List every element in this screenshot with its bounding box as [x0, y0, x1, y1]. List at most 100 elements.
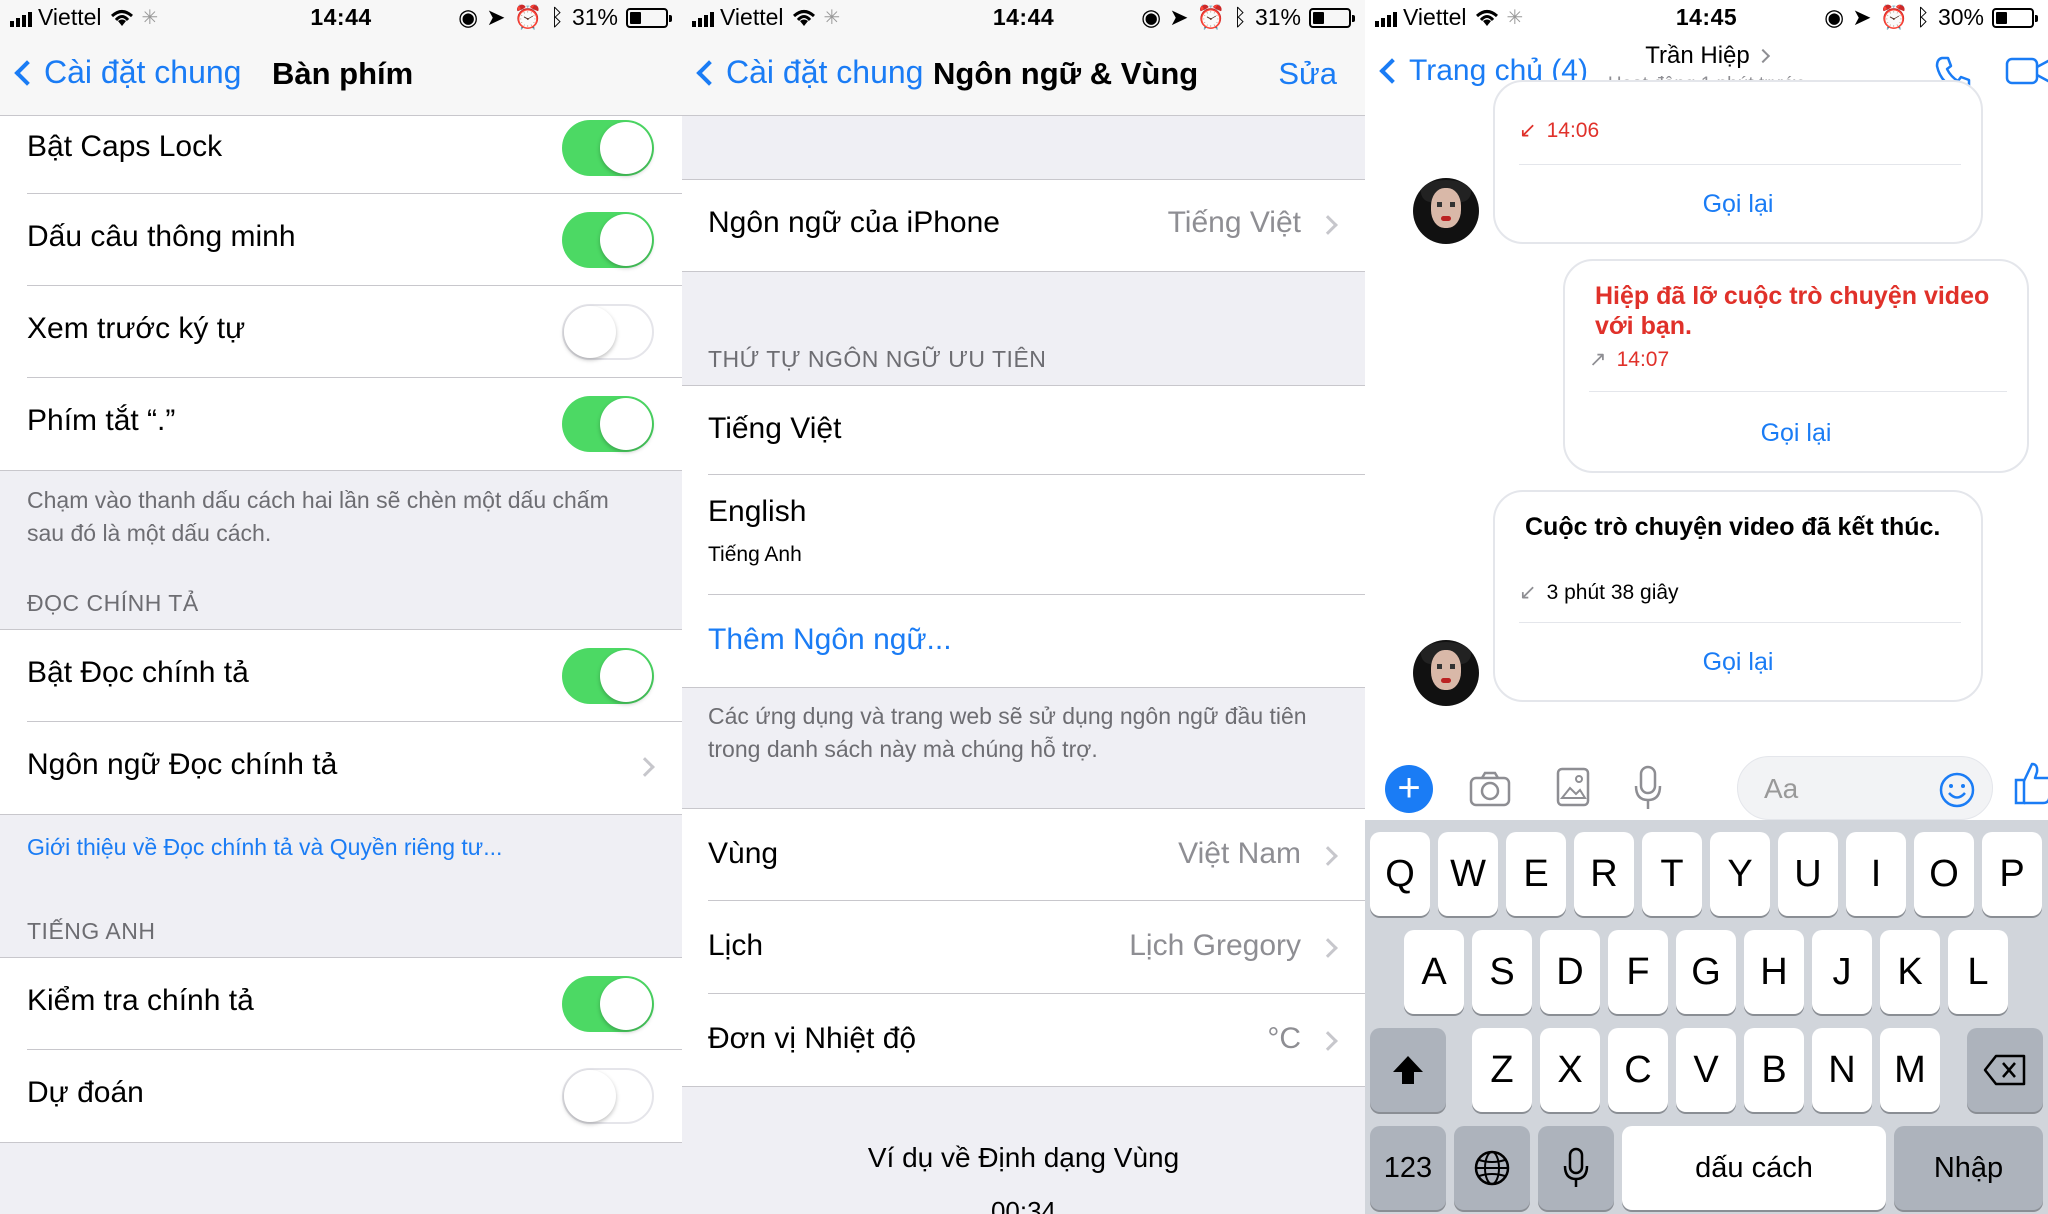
toggle-period-shortcut[interactable]	[562, 396, 654, 452]
call-time: ↗ 14:07	[1589, 347, 1670, 372]
row-character-preview[interactable]: Xem trước ký tự	[0, 286, 682, 378]
like-icon[interactable]	[2013, 760, 2048, 806]
nav-bar: Cài đặt chung Bàn phím	[0, 34, 682, 116]
alarm-icon: ⏰	[1196, 4, 1226, 30]
row-iphone-language[interactable]: Ngôn ngữ của iPhone Tiếng Việt	[682, 180, 1365, 271]
key-z[interactable]: Z	[1472, 1028, 1532, 1112]
toggle-caps-lock[interactable]	[562, 120, 654, 176]
section-header-preferred-order: THỨ TỰ NGÔN NGỮ ƯU TIÊN	[708, 346, 1047, 372]
back-button[interactable]: Cài đặt chung	[12, 54, 241, 91]
chevron-right-icon	[1318, 215, 1338, 235]
bluetooth-icon: ᛒ	[1233, 4, 1247, 30]
status-right: ◉ ➤ ⏰ ᛒ 31%	[458, 4, 672, 31]
row-label: Dấu câu thông minh	[27, 220, 296, 253]
photo-icon[interactable]	[1555, 766, 1591, 808]
toggle-dictation[interactable]	[562, 648, 654, 704]
key-d[interactable]: D	[1540, 930, 1600, 1014]
key-j[interactable]: J	[1812, 930, 1872, 1014]
plus-icon[interactable]: +	[1385, 765, 1433, 813]
key-h[interactable]: H	[1744, 930, 1804, 1014]
language-footnote: Các ứng dụng và trang web sẽ sử dụng ngô…	[708, 703, 1307, 762]
key-o[interactable]: O	[1914, 832, 1974, 916]
page-title: Ngôn ngữ & Vùng	[933, 56, 1199, 91]
key-m[interactable]: M	[1880, 1028, 1940, 1112]
battery-icon	[1309, 7, 1355, 28]
key-w[interactable]: W	[1438, 832, 1498, 916]
message-input-placeholder: Aa	[1764, 773, 1799, 804]
video-camera-icon[interactable]	[2005, 54, 2048, 88]
battery-icon	[1992, 7, 2038, 28]
key-y[interactable]: Y	[1710, 832, 1770, 916]
row-caps-lock[interactable]: Bật Caps Lock	[0, 116, 682, 194]
dictation-privacy-link[interactable]: Giới thiệu về Đọc chính tả và Quyền riên…	[27, 834, 502, 861]
key-g[interactable]: G	[1676, 930, 1736, 1014]
toggle-smart-punctuation[interactable]	[562, 212, 654, 268]
row-predictive[interactable]: Dự đoán	[0, 1050, 682, 1142]
edit-button[interactable]: Sửa	[1278, 56, 1337, 92]
row-label: Ngôn ngữ của iPhone	[708, 206, 1000, 239]
toggle-character-preview[interactable]	[562, 304, 654, 360]
row-label: English	[708, 495, 807, 528]
key-r[interactable]: R	[1574, 832, 1634, 916]
add-language-button[interactable]: Thêm Ngôn ngữ...	[682, 595, 1365, 687]
key-a[interactable]: A	[1404, 930, 1464, 1014]
row-enable-dictation[interactable]: Bật Đọc chính tả	[0, 630, 682, 722]
call-back-button[interactable]: Gọi lại	[1565, 419, 2027, 448]
row-spell-check[interactable]: Kiểm tra chính tả	[0, 958, 682, 1050]
row-dictation-languages[interactable]: Ngôn ngữ Đọc chính tả	[0, 722, 682, 814]
emoji-icon[interactable]	[1938, 771, 1976, 809]
call-back-button[interactable]: Gọi lại	[1495, 190, 1981, 219]
language-item-vietnamese[interactable]: Tiếng Việt	[682, 386, 1365, 475]
call-duration: ↙ 3 phút 38 giây	[1519, 580, 1679, 605]
key-f[interactable]: F	[1608, 930, 1668, 1014]
key-n[interactable]: N	[1812, 1028, 1872, 1112]
avatar[interactable]	[1413, 178, 1479, 244]
language-item-english[interactable]: English Tiếng Anh	[682, 475, 1365, 595]
key-i[interactable]: I	[1846, 832, 1906, 916]
row-calendar[interactable]: Lịch Lịch Gregory	[682, 901, 1365, 994]
chevron-right-icon	[1318, 938, 1338, 958]
space-key[interactable]: dấu cách	[1622, 1126, 1886, 1210]
row-period-shortcut[interactable]: Phím tắt “.”	[0, 378, 682, 470]
avatar[interactable]	[1413, 640, 1479, 706]
row-smart-punctuation[interactable]: Dấu câu thông minh	[0, 194, 682, 286]
row-label: Bật Caps Lock	[27, 130, 223, 163]
row-value: Việt Nam	[1178, 837, 1301, 870]
key-s[interactable]: S	[1472, 930, 1532, 1014]
shift-key[interactable]	[1370, 1028, 1446, 1112]
row-label: Tiếng Việt	[708, 412, 842, 445]
key-q[interactable]: Q	[1370, 832, 1430, 916]
message-input[interactable]: Aa	[1737, 756, 1993, 820]
return-key[interactable]: Nhập	[1894, 1126, 2043, 1210]
camera-icon[interactable]	[1468, 770, 1512, 808]
back-button[interactable]: Cài đặt chung	[694, 54, 923, 91]
numbers-key[interactable]: 123	[1370, 1126, 1446, 1210]
toggle-predictive[interactable]	[562, 1068, 654, 1124]
row-region[interactable]: Vùng Việt Nam	[682, 809, 1365, 901]
messenger-chat-screen: Viettel ✳ 14:45 ◉ ➤ ⏰ ᛒ 30% Trang chủ (4…	[1365, 0, 2048, 1214]
microphone-icon[interactable]	[1633, 764, 1663, 812]
key-l[interactable]: L	[1948, 930, 2008, 1014]
delete-key[interactable]	[1967, 1028, 2043, 1112]
row-temperature-unit[interactable]: Đơn vị Nhiệt độ °C	[682, 994, 1365, 1086]
key-t[interactable]: T	[1642, 832, 1702, 916]
key-b[interactable]: B	[1744, 1028, 1804, 1112]
globe-key[interactable]	[1454, 1126, 1530, 1210]
section-header-english: TIẾNG ANH	[27, 918, 156, 944]
call-back-button[interactable]: Gọi lại	[1495, 648, 1981, 677]
key-u[interactable]: U	[1778, 832, 1838, 916]
key-c[interactable]: C	[1608, 1028, 1668, 1112]
key-e[interactable]: E	[1506, 832, 1566, 916]
location-icon: ➤	[1169, 4, 1189, 30]
back-label: Cài đặt chung	[44, 54, 242, 90]
contact-name: Trần Hiệp	[1645, 42, 1750, 69]
dictation-key[interactable]	[1538, 1126, 1614, 1210]
key-v[interactable]: V	[1676, 1028, 1736, 1112]
key-k[interactable]: K	[1880, 930, 1940, 1014]
incoming-arrow-icon: ↙	[1519, 581, 1537, 604]
key-p[interactable]: P	[1982, 832, 2042, 916]
key-x[interactable]: X	[1540, 1028, 1600, 1112]
microphone-icon	[1563, 1147, 1589, 1187]
toggle-spell-check[interactable]	[562, 976, 654, 1032]
row-value: °C	[1267, 1022, 1301, 1055]
